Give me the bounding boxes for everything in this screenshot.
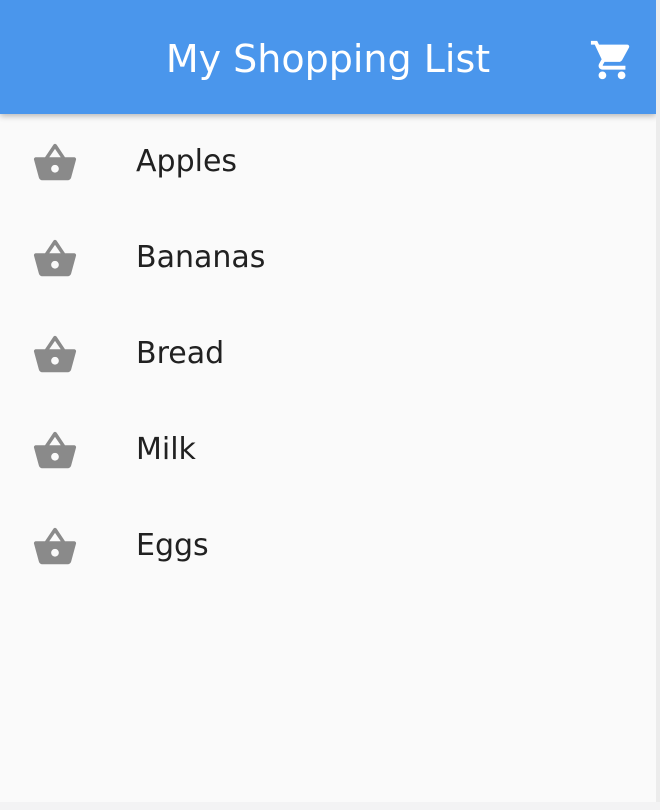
window-edge-bottom [0,802,660,810]
page-title: My Shopping List [165,37,491,81]
list-item[interactable]: Bananas [0,210,656,306]
app-bar: My Shopping List [0,0,656,114]
shopping-basket-icon [33,527,77,565]
list-item-label: Milk [136,432,196,467]
list-item[interactable]: Milk [0,402,656,498]
list-item-label: Bread [136,336,225,371]
window-edge-right [656,0,660,810]
list-item-label: Bananas [136,240,266,275]
list-item[interactable]: Bread [0,306,656,402]
list-item-label: Apples [136,144,238,179]
shopping-basket-icon [33,143,77,181]
list-item[interactable]: Eggs [0,498,656,594]
shopping-list: Apples Bananas Bread Milk Eggs [0,114,656,594]
shopping-basket-icon [33,335,77,373]
shopping-basket-icon [33,431,77,469]
app-screen: My Shopping List Apples Bananas Bread Mi… [0,0,656,802]
cart-button[interactable] [584,32,640,88]
shopping-cart-icon [590,40,630,80]
shopping-basket-icon [33,239,77,277]
list-item-label: Eggs [136,528,209,563]
list-item[interactable]: Apples [0,114,656,210]
